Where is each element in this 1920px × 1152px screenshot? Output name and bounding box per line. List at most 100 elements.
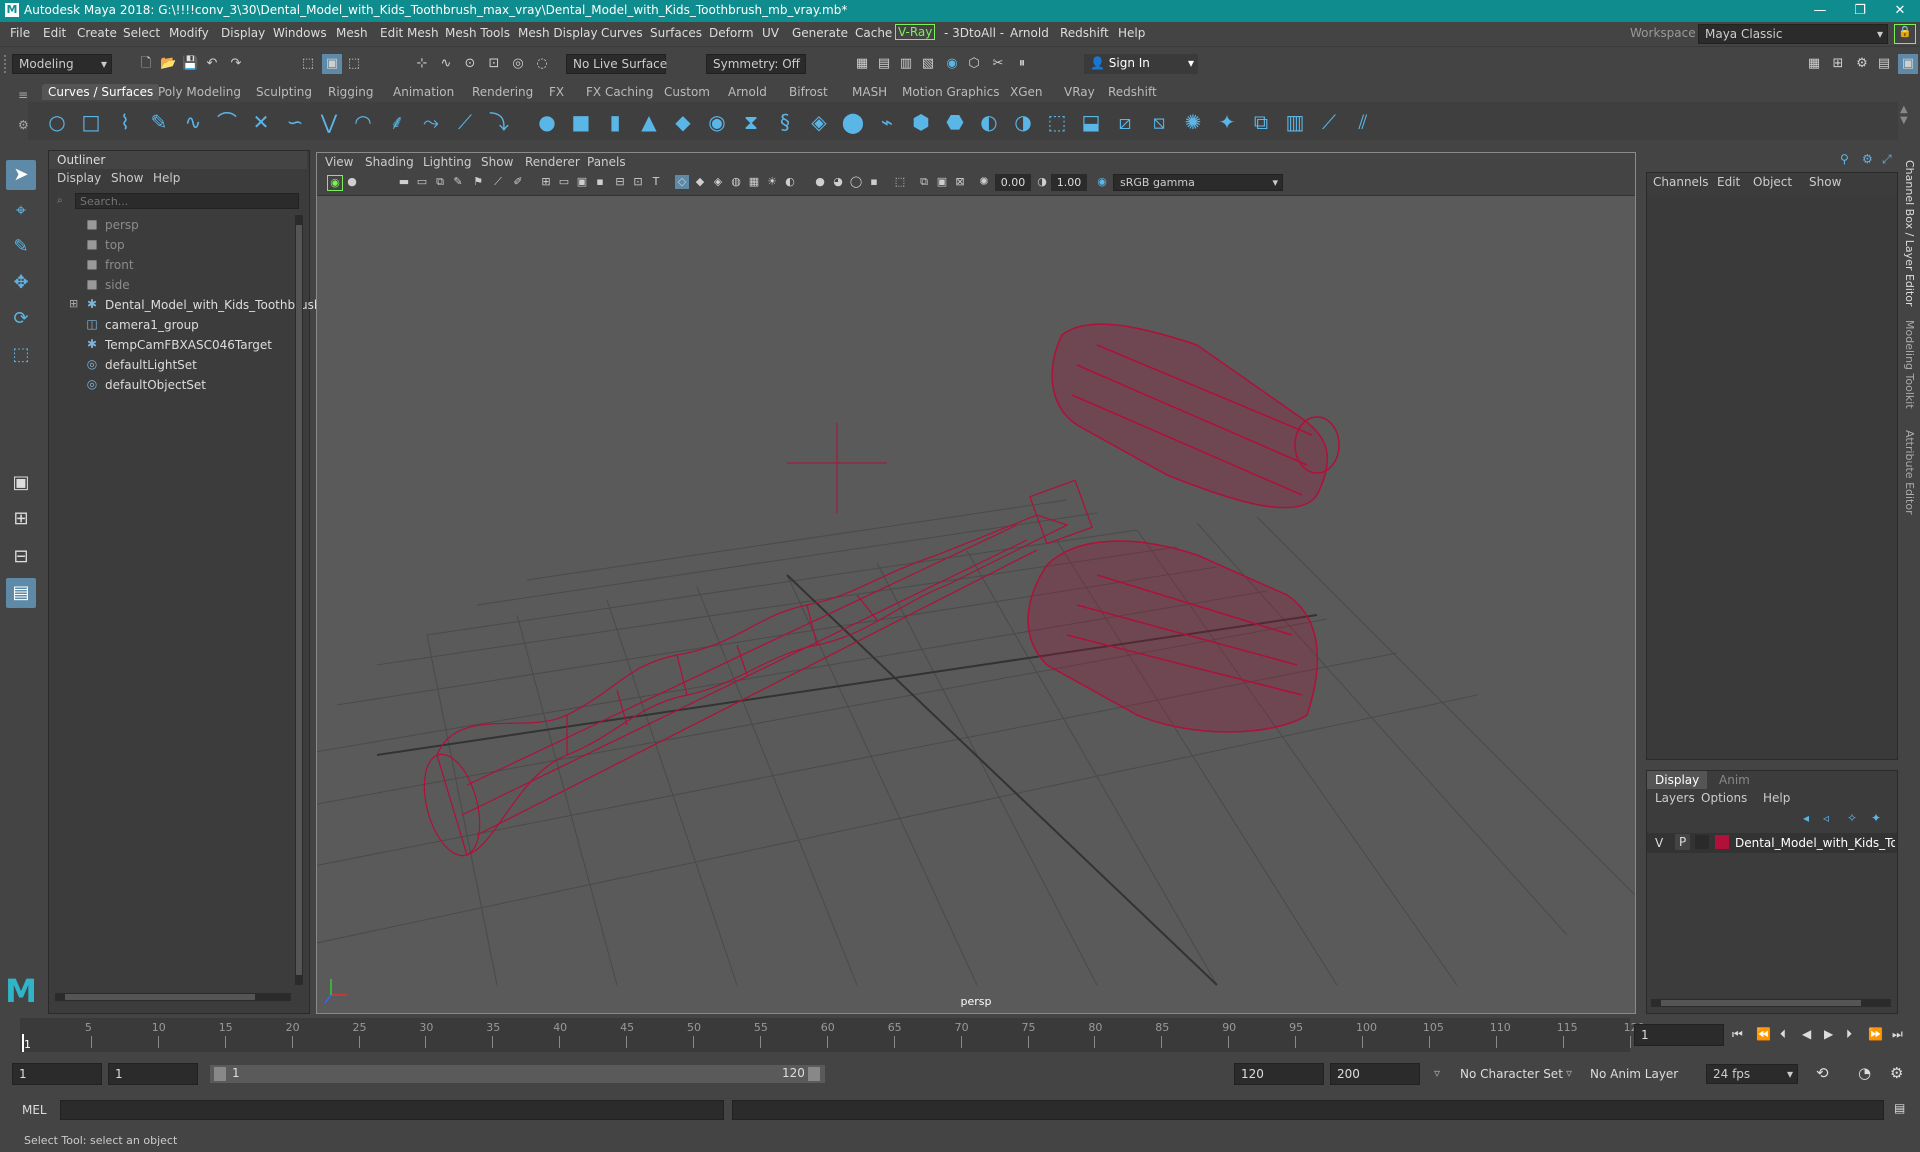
outliner-menu-display[interactable]: Display xyxy=(57,171,101,185)
nurbs-cone-icon[interactable]: ▲ xyxy=(636,110,662,134)
shelf-tab-fx[interactable]: FX xyxy=(543,84,570,100)
snap-grid-icon[interactable]: ⊹ xyxy=(414,56,430,72)
move-layer-up-icon[interactable]: ◂ xyxy=(1803,811,1809,825)
multisample-icon[interactable]: ◯ xyxy=(849,175,863,189)
frame-selected-icon[interactable]: ⊠ xyxy=(953,175,967,189)
range-slider[interactable]: 1 120 xyxy=(210,1065,825,1083)
fps-dropdown[interactable]: 24 fps ▾ xyxy=(1706,1064,1798,1084)
minimize-button[interactable]: — xyxy=(1800,1,1840,21)
rebuild-surfaces-icon[interactable]: ⟋ xyxy=(1316,110,1342,134)
viewport-menu-renderer[interactable]: Renderer xyxy=(525,155,580,169)
isolate-select-icon[interactable]: ⬚ xyxy=(893,175,907,189)
menu-create[interactable]: Create xyxy=(77,26,117,40)
channel-box-toggle-icon[interactable]: ⚲ xyxy=(1840,152,1849,166)
four-view-icon[interactable]: ⊟ xyxy=(6,542,36,572)
safe-action-icon[interactable]: ⊡ xyxy=(631,175,645,189)
shelf-tab-animation[interactable]: Animation xyxy=(387,84,460,100)
snap-view-icon[interactable]: ⊡ xyxy=(486,56,502,72)
bezier-curve-icon[interactable]: ⌒ xyxy=(214,110,240,134)
menu-mesh-display[interactable]: Mesh Display xyxy=(518,26,598,40)
snap-point-icon[interactable]: ⊙ xyxy=(462,56,478,72)
loop-icon[interactable]: ⟲ xyxy=(1816,1064,1829,1082)
xray-active-icon[interactable]: ▣ xyxy=(935,175,949,189)
layer-type-toggle[interactable] xyxy=(1695,835,1709,849)
scale-tool-icon[interactable]: ⬚ xyxy=(6,340,36,370)
outliner-layout-icon[interactable]: ▤ xyxy=(6,578,36,608)
expand-icon[interactable]: ⊞ xyxy=(69,297,78,310)
viewport-menu-panels[interactable]: Panels xyxy=(587,155,626,169)
open-close-surfaces-icon[interactable]: ▥ xyxy=(1282,110,1308,134)
snap-vertex-icon[interactable]: ◌ xyxy=(534,56,550,72)
new-empty-layer-icon[interactable]: ✧ xyxy=(1847,811,1857,825)
character-set-menu-icon[interactable]: ▿ xyxy=(1434,1066,1440,1080)
shelf-tab-motion-graphics[interactable]: Motion Graphics xyxy=(896,84,1006,100)
vray-render-icon[interactable]: ◉ xyxy=(944,56,960,72)
grid-icon[interactable]: ⊞ xyxy=(539,175,553,189)
gate-mask-icon[interactable]: ▪ xyxy=(593,175,607,189)
pencil-curve-icon[interactable]: ✎ xyxy=(146,110,172,134)
layer-menu-options[interactable]: Options xyxy=(1701,791,1747,805)
birail-icon[interactable]: ⌁ xyxy=(874,110,900,134)
nurbs-plane-icon[interactable]: ◆ xyxy=(670,110,696,134)
open-scene-icon[interactable]: 📂 xyxy=(160,56,176,72)
shelf-tab-poly-modeling[interactable]: Poly Modeling xyxy=(152,84,247,100)
camera-attributes-icon[interactable]: ● xyxy=(345,175,359,189)
layer-row[interactable]: V P Dental_Model_with_Kids_Toothbrush xyxy=(1647,833,1897,853)
snap-curve-icon[interactable]: ∿ xyxy=(438,56,454,72)
channel-box-settings-icon[interactable]: ⚙ xyxy=(1862,152,1873,166)
viewport-panel[interactable]: View Shading Lighting Show Renderer Pane… xyxy=(316,152,1636,1014)
color-space-dropdown[interactable]: sRGB gamma ▾ xyxy=(1113,174,1283,191)
menu-select[interactable]: Select xyxy=(123,26,160,40)
ipr-render-icon[interactable]: ▥ xyxy=(898,56,914,72)
exposure-icon[interactable]: ✺ xyxy=(977,175,991,189)
loft-icon[interactable]: § xyxy=(772,110,798,134)
channel-box-icon[interactable]: ▤ xyxy=(1876,56,1892,72)
current-frame-field[interactable]: 1 xyxy=(1634,1024,1724,1046)
layer-tab-display[interactable]: Display xyxy=(1647,771,1708,789)
playback-start-field[interactable]: 1 xyxy=(108,1063,198,1085)
channel-box-menu-edit[interactable]: Edit xyxy=(1717,175,1740,189)
save-scene-icon[interactable]: 💾 xyxy=(182,56,198,72)
wireframe-on-shaded-icon[interactable]: ◈ xyxy=(711,175,725,189)
select-camera-icon[interactable]: ◉ xyxy=(327,175,343,191)
viewport-menu-show[interactable]: Show xyxy=(481,155,513,169)
tool-settings-icon[interactable]: ⚙ xyxy=(1854,56,1870,72)
depth-of-field-icon[interactable]: ▪ xyxy=(867,175,881,189)
outliner-item-side[interactable]: ■ side xyxy=(49,275,289,295)
start-time-field[interactable]: 1 xyxy=(12,1063,102,1085)
new-scene-icon[interactable]: 🗋 xyxy=(138,56,154,72)
script-editor-icon[interactable]: ▤ xyxy=(1894,1101,1905,1115)
select-object-icon[interactable]: ▣ xyxy=(322,54,342,74)
cv-curve-icon[interactable]: ⌇ xyxy=(112,110,138,134)
ambient-occlusion-icon[interactable]: ● xyxy=(813,175,827,189)
shadows-icon[interactable]: ◐ xyxy=(783,175,797,189)
pause-render-icon[interactable]: ⏸ xyxy=(1014,56,1030,72)
side-tab-channel-box[interactable]: Channel Box / Layer Editor xyxy=(1903,160,1916,307)
move-layer-down-icon[interactable]: ◃ xyxy=(1823,811,1829,825)
shelf-tab-sculpting[interactable]: Sculpting xyxy=(250,84,318,100)
snap-surface-icon[interactable]: ◎ xyxy=(510,56,526,72)
play-forwards-icon[interactable]: ▶ xyxy=(1824,1027,1833,1041)
menu-edit-mesh[interactable]: Edit Mesh xyxy=(380,26,439,40)
modeling-toolkit-icon[interactable]: ▦ xyxy=(1806,56,1822,72)
menu-cache[interactable]: Cache xyxy=(855,26,892,40)
single-view-icon[interactable]: ▣ xyxy=(6,468,36,498)
side-tab-attribute-editor[interactable]: Attribute Editor xyxy=(1903,430,1916,515)
outliner-search-input[interactable] xyxy=(75,193,299,209)
xray-joints-icon[interactable]: ⧉ xyxy=(917,175,931,189)
range-end-handle[interactable] xyxy=(808,1067,820,1081)
outliner-item-tempcam-target[interactable]: ✱ TempCamFBXASC046Target xyxy=(49,335,289,355)
menu-display[interactable]: Display xyxy=(221,26,265,40)
outliner-menu-show[interactable]: Show xyxy=(111,171,143,185)
nurbs-square-icon[interactable]: □ xyxy=(78,110,104,134)
menu-deform[interactable]: Deform xyxy=(709,26,754,40)
menu-3dtoall[interactable]: - 3DtoAll - xyxy=(944,26,1004,40)
outliner-item-front[interactable]: ■ front xyxy=(49,255,289,275)
select-component-icon[interactable]: ⬚ xyxy=(346,56,362,72)
render-frame-icon[interactable]: ▤ xyxy=(876,56,892,72)
layer-tab-anim[interactable]: Anim xyxy=(1719,773,1750,787)
insert-isoparm-icon[interactable]: ⬚ xyxy=(1044,110,1070,134)
exposure-field[interactable]: 0.00 xyxy=(995,174,1031,191)
shelf-tab-mash[interactable]: MASH xyxy=(846,84,893,100)
channel-box-menu-channels[interactable]: Channels xyxy=(1653,175,1709,189)
